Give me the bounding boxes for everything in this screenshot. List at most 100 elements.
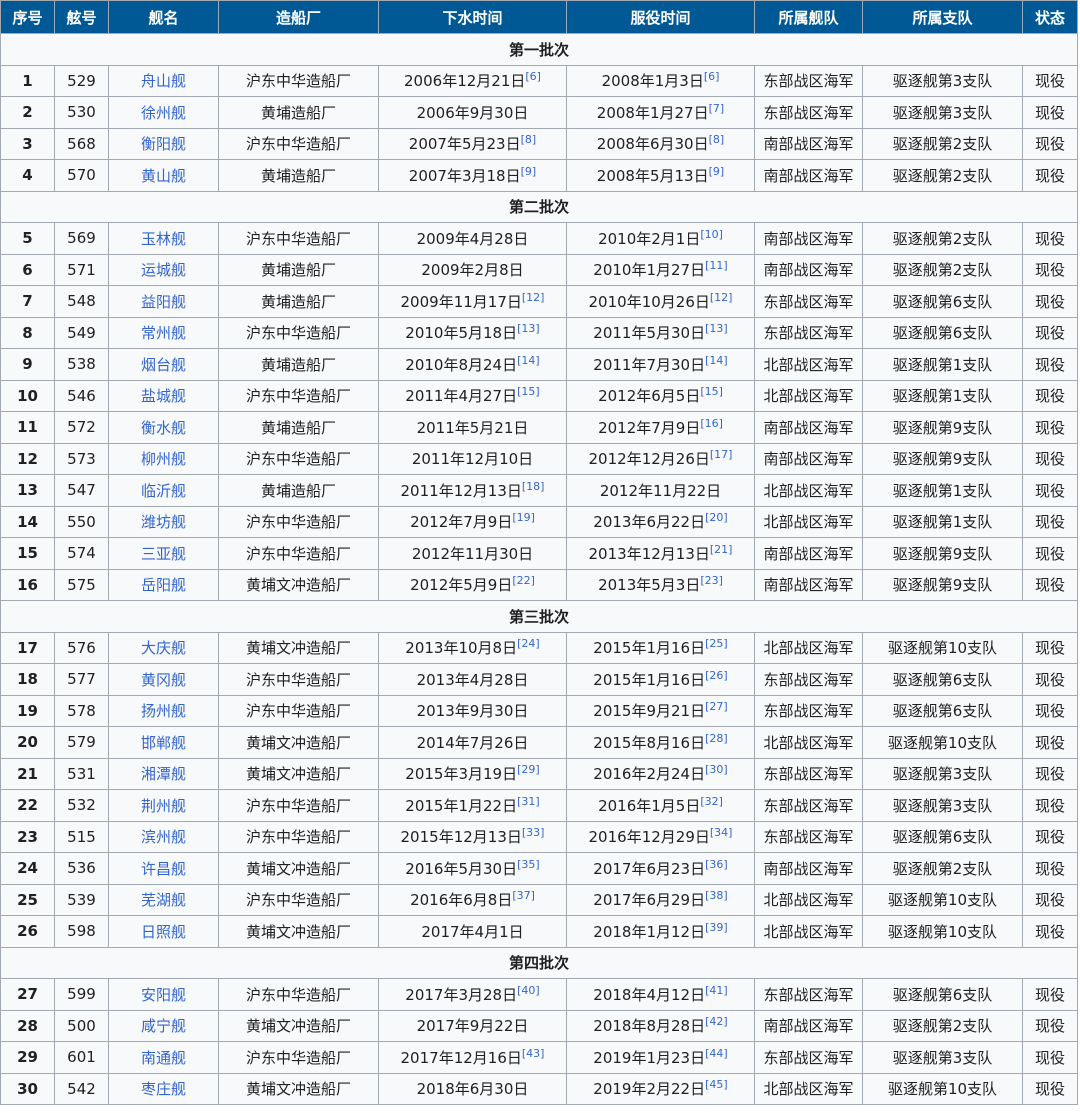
citation-link[interactable]: [35] <box>517 858 540 871</box>
ship-name-link[interactable]: 运城舰 <box>108 253 219 286</box>
header-status[interactable]: 状态 <box>1022 0 1078 34</box>
citation-link[interactable]: [9] <box>521 165 537 178</box>
launch-date: 2012年5月9日[22] <box>378 568 567 601</box>
ship-name-link[interactable]: 潍坊舰 <box>108 505 219 538</box>
ship-name-link[interactable]: 烟台舰 <box>108 348 219 381</box>
citation-link[interactable]: [22] <box>512 574 535 587</box>
commission-date-text: 2018年4月12日 <box>593 985 706 1004</box>
citation-link[interactable]: [14] <box>517 354 540 367</box>
ship-name-link[interactable]: 徐州舰 <box>108 96 219 129</box>
citation-link[interactable]: [19] <box>512 511 535 524</box>
citation-link[interactable]: [21] <box>710 543 733 556</box>
citation-link[interactable]: [17] <box>710 448 733 461</box>
commission-date-text: 2010年2月1日 <box>598 229 701 248</box>
ship-name-link[interactable]: 咸宁舰 <box>108 1009 219 1042</box>
ship-name-link[interactable]: 盐城舰 <box>108 379 219 412</box>
citation-link[interactable]: [24] <box>517 637 540 650</box>
citation-link[interactable]: [30] <box>705 763 728 776</box>
hull-number: 548 <box>54 285 109 318</box>
citation-link[interactable]: [12] <box>710 291 733 304</box>
header-flotilla[interactable]: 所属支队 <box>862 0 1023 34</box>
citation-link[interactable]: [40] <box>517 984 540 997</box>
citation-link[interactable]: [20] <box>705 511 728 524</box>
header-hull[interactable]: 舷号 <box>54 0 109 34</box>
ship-name-link[interactable]: 扬州舰 <box>108 694 219 727</box>
status: 现役 <box>1022 915 1078 948</box>
ship-name-link[interactable]: 黄山舰 <box>108 159 219 192</box>
ship-name-link[interactable]: 衡水舰 <box>108 411 219 444</box>
citation-link[interactable]: [34] <box>710 826 733 839</box>
citation-link[interactable]: [27] <box>705 700 728 713</box>
citation-link[interactable]: [36] <box>705 858 728 871</box>
citation-link[interactable]: [38] <box>705 889 728 902</box>
header-launch[interactable]: 下水时间 <box>378 0 567 34</box>
ship-name-link[interactable]: 临沂舰 <box>108 474 219 507</box>
ship-name-link[interactable]: 舟山舰 <box>108 64 219 97</box>
ship-name-link[interactable]: 邯郸舰 <box>108 726 219 759</box>
row-number: 17 <box>0 631 55 664</box>
citation-link[interactable]: [9] <box>709 165 725 178</box>
citation-link[interactable]: [41] <box>705 984 728 997</box>
citation-link[interactable]: [31] <box>517 795 540 808</box>
citation-link[interactable]: [23] <box>700 574 723 587</box>
citation-link[interactable]: [8] <box>709 133 725 146</box>
citation-link[interactable]: [26] <box>705 669 728 682</box>
hull-number: 579 <box>54 726 109 759</box>
ship-name-link[interactable]: 荆州舰 <box>108 789 219 822</box>
citation-link[interactable]: [14] <box>705 354 728 367</box>
citation-link[interactable]: [6] <box>704 70 720 83</box>
header-no[interactable]: 序号 <box>0 0 55 34</box>
citation-link[interactable]: [39] <box>705 921 728 934</box>
citation-link[interactable]: [43] <box>522 1047 545 1060</box>
header-fleet[interactable]: 所属舰队 <box>754 0 863 34</box>
ship-name-link[interactable]: 南通舰 <box>108 1041 219 1074</box>
ship-name-link[interactable]: 安阳舰 <box>108 978 219 1011</box>
citation-link[interactable]: [45] <box>705 1078 728 1091</box>
citation-link[interactable]: [16] <box>700 417 723 430</box>
ship-name-link[interactable]: 日照舰 <box>108 915 219 948</box>
citation-link[interactable]: [18] <box>522 480 545 493</box>
ship-name-link[interactable]: 衡阳舰 <box>108 127 219 160</box>
ship-name-link[interactable]: 湘潭舰 <box>108 757 219 790</box>
header-commission[interactable]: 服役时间 <box>566 0 755 34</box>
ship-name-link[interactable]: 岳阳舰 <box>108 568 219 601</box>
citation-link[interactable]: [29] <box>517 763 540 776</box>
ship-name-link[interactable]: 常州舰 <box>108 316 219 349</box>
row-number: 14 <box>0 505 55 538</box>
citation-link[interactable]: [13] <box>705 322 728 335</box>
status: 现役 <box>1022 726 1078 759</box>
header-name[interactable]: 舰名 <box>108 0 219 34</box>
citation-link[interactable]: [15] <box>700 385 723 398</box>
citation-link[interactable]: [12] <box>522 291 545 304</box>
citation-link[interactable]: [8] <box>521 133 537 146</box>
ship-name-link[interactable]: 益阳舰 <box>108 285 219 318</box>
header-yard[interactable]: 造船厂 <box>218 0 379 34</box>
launch-date: 2013年9月30日 <box>378 694 567 727</box>
ship-name-link[interactable]: 柳州舰 <box>108 442 219 475</box>
ship-name-link[interactable]: 大庆舰 <box>108 631 219 664</box>
citation-link[interactable]: [7] <box>709 102 725 115</box>
ship-name-link[interactable]: 黄冈舰 <box>108 663 219 696</box>
ship-name-link[interactable]: 芜湖舰 <box>108 883 219 916</box>
ship-name-link[interactable]: 枣庄舰 <box>108 1072 219 1105</box>
citation-link[interactable]: [6] <box>525 70 541 83</box>
ship-name-link[interactable]: 滨州舰 <box>108 820 219 853</box>
launch-date-text: 2011年4月27日 <box>405 387 518 406</box>
citation-link[interactable]: [33] <box>522 826 545 839</box>
citation-link[interactable]: [32] <box>700 795 723 808</box>
ship-name-link[interactable]: 许昌舰 <box>108 852 219 885</box>
launch-date-text: 2012年5月9日 <box>410 576 513 595</box>
citation-link[interactable]: [42] <box>705 1015 728 1028</box>
citation-link[interactable]: [25] <box>705 637 728 650</box>
ship-name-link[interactable]: 三亚舰 <box>108 537 219 570</box>
citation-link[interactable]: [37] <box>512 889 535 902</box>
citation-link[interactable]: [15] <box>517 385 540 398</box>
citation-link[interactable]: [10] <box>700 228 723 241</box>
citation-link[interactable]: [11] <box>705 259 728 272</box>
ship-name-link[interactable]: 玉林舰 <box>108 222 219 255</box>
citation-link[interactable]: [13] <box>517 322 540 335</box>
launch-date-text: 2016年6月8日 <box>410 891 513 910</box>
commission-date-text: 2008年5月13日 <box>596 166 709 185</box>
citation-link[interactable]: [28] <box>705 732 728 745</box>
citation-link[interactable]: [44] <box>705 1047 728 1060</box>
